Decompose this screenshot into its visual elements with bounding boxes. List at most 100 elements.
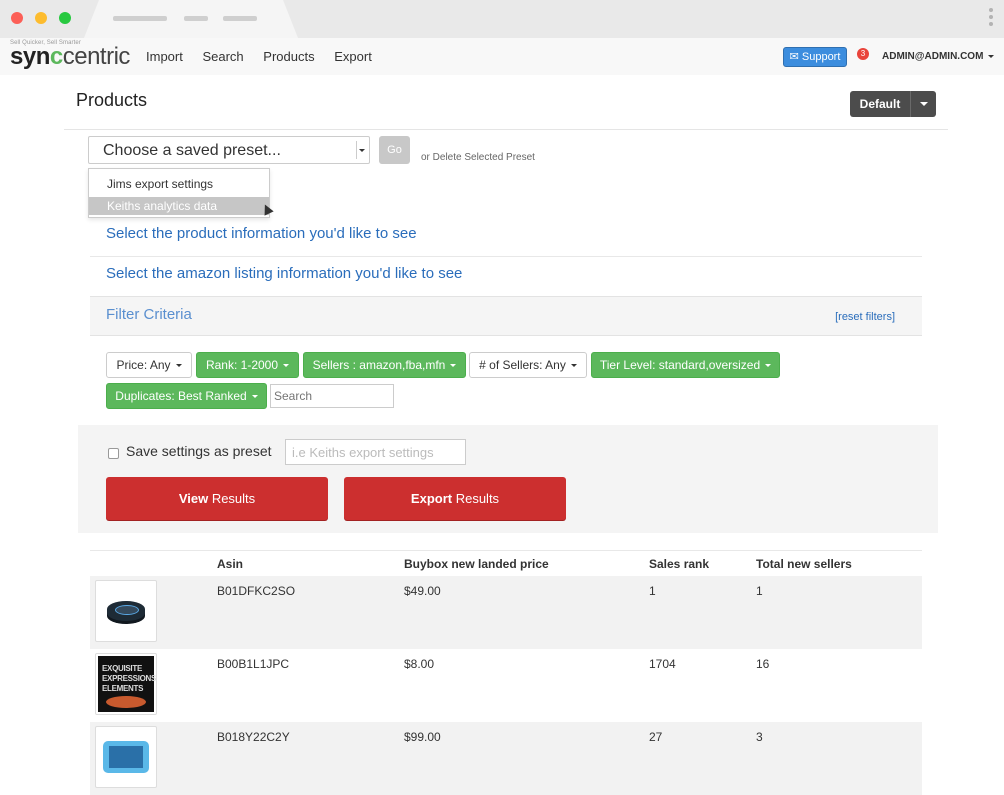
button-divider [910, 91, 911, 117]
cell-price: $99.00 [404, 730, 441, 744]
table-row[interactable]: B018Y22C2Y $99.00 27 3 [90, 722, 922, 795]
user-email: ADMIN@ADMIN.COM [882, 51, 984, 62]
table-row[interactable]: EXQUISITE EXPRESSIONS ELEMENTS B00B1L1JP… [90, 649, 922, 722]
divider [90, 256, 922, 257]
table-row[interactable]: B01DFKC2SO $49.00 1 1 [90, 576, 922, 649]
cell-sellers: 16 [756, 657, 770, 671]
chevron-down-icon [988, 54, 995, 58]
product-info-link[interactable]: Select the product information you'd lik… [106, 225, 417, 242]
default-view-button[interactable]: Default [850, 91, 936, 117]
sellers-filter-button[interactable]: Sellers : amazon,fba,mfn [303, 352, 466, 378]
preset-select[interactable]: Choose a saved preset... [88, 136, 370, 164]
amazon-info-link[interactable]: Select the amazon listing information yo… [106, 265, 462, 282]
book-cover-icon: EXQUISITE EXPRESSIONS ELEMENTS [98, 656, 157, 712]
support-button[interactable]: ✉ Support [783, 47, 847, 67]
chevron-down-icon [283, 364, 290, 368]
rank-filter-button[interactable]: Rank: 1-2000 [196, 352, 299, 378]
product-thumbnail[interactable] [95, 726, 157, 788]
cell-asin: B018Y22C2Y [217, 730, 290, 744]
chevron-down-icon [450, 364, 457, 368]
book-title-line: EXPRESSIONS [102, 674, 157, 683]
column-header-rank[interactable]: Sales rank [649, 557, 709, 571]
envelope-icon: ✉ [789, 51, 799, 63]
brand-centric: centric [62, 43, 131, 70]
close-window-icon[interactable] [11, 12, 23, 24]
chevron-down-icon [570, 364, 577, 368]
view-results-button[interactable]: View Results [106, 477, 328, 520]
browser-menu-icon[interactable] [989, 8, 993, 29]
brand-o: c [49, 43, 63, 70]
kids-tablet-icon [103, 741, 149, 773]
tier-filter-label: Tier Level: standard,oversized [599, 358, 761, 372]
book-title-line: ELEMENTS [102, 684, 144, 693]
browser-chrome [0, 0, 1004, 38]
price-filter-button[interactable]: Price: Any [106, 352, 192, 378]
num-sellers-filter-label: # of Sellers: Any [479, 358, 566, 372]
nav-products[interactable]: Products [263, 49, 314, 64]
search-input[interactable] [270, 384, 394, 408]
duplicates-filter-button[interactable]: Duplicates: Best Ranked [106, 383, 267, 409]
book-plate-graphic [106, 696, 146, 708]
support-label: Support [801, 51, 841, 63]
export-results-rest: Results [452, 491, 500, 506]
chevron-down-icon[interactable] [920, 102, 928, 106]
nav-search[interactable]: Search [202, 49, 243, 64]
cell-sellers: 3 [756, 730, 763, 744]
filter-criteria-panel: Filter Criteria [reset filters] [90, 296, 922, 336]
chevron-down-icon [175, 364, 182, 368]
tab-placeholder-line [223, 16, 257, 21]
brand-logo[interactable]: Sell Quicker, Sell Smarter synccentric [10, 40, 130, 69]
num-sellers-filter-button[interactable]: # of Sellers: Any [469, 352, 587, 378]
cell-price: $8.00 [404, 657, 435, 671]
tier-filter-button[interactable]: Tier Level: standard,oversized [591, 352, 780, 378]
product-thumbnail[interactable]: EXQUISITE EXPRESSIONS ELEMENTS [95, 653, 157, 715]
view-results-bold: View [178, 491, 209, 506]
export-results-button[interactable]: Export Results [344, 477, 566, 520]
table-header: Asin Buybox new landed price Sales rank … [90, 550, 922, 577]
filter-criteria-title[interactable]: Filter Criteria [106, 306, 192, 323]
navbar: Sell Quicker, Sell Smarter synccentric I… [0, 38, 1004, 75]
reset-filters-link[interactable]: [reset filters] [835, 311, 895, 323]
rank-filter-label: Rank: 1-2000 [205, 358, 279, 372]
export-results-bold: Export [410, 491, 453, 506]
preset-name-input[interactable] [285, 439, 466, 465]
cell-rank: 1 [649, 584, 656, 598]
chevron-down-icon [765, 364, 772, 368]
cell-rank: 1704 [649, 657, 676, 671]
column-header-sellers[interactable]: Total new sellers [756, 557, 852, 571]
page-title: Products [76, 90, 148, 110]
notification-badge[interactable]: 3 [857, 48, 869, 60]
save-preset-label: Save settings as preset [126, 443, 272, 459]
preset-option-keiths[interactable]: Keiths analytics data [89, 197, 269, 215]
cell-sellers: 1 [756, 584, 763, 598]
cell-asin: B01DFKC2SO [217, 584, 296, 598]
tab-placeholder-line [113, 16, 167, 21]
nav-export[interactable]: Export [334, 49, 372, 64]
price-filter-label: Price: Any [116, 358, 171, 372]
preset-select-value: Choose a saved preset... [103, 142, 281, 159]
minimize-window-icon[interactable] [35, 12, 47, 24]
go-button[interactable]: Go [379, 136, 410, 164]
cell-rank: 27 [649, 730, 663, 744]
main-nav: Import Search Products Export [146, 49, 388, 64]
column-header-asin[interactable]: Asin [217, 557, 243, 571]
delete-preset-link[interactable]: or Delete Selected Preset [421, 152, 535, 163]
save-preset-checkbox[interactable] [108, 448, 119, 459]
maximize-window-icon[interactable] [59, 12, 71, 24]
duplicates-filter-label: Duplicates: Best Ranked [115, 389, 247, 403]
sellers-filter-label: Sellers : amazon,fba,mfn [312, 358, 446, 372]
view-results-rest: Results [208, 491, 256, 506]
book-title-line: EXQUISITE [102, 664, 142, 673]
user-menu[interactable]: ADMIN@ADMIN.COM [882, 51, 995, 62]
nav-import[interactable]: Import [146, 49, 183, 64]
browser-tab[interactable] [84, 0, 298, 38]
select-arrow-icon [356, 141, 365, 159]
echo-dot-icon [107, 601, 145, 621]
column-header-price[interactable]: Buybox new landed price [404, 557, 549, 571]
brand-sync: syn [10, 43, 50, 70]
preset-dropdown: Jims export settings Keiths analytics da… [88, 168, 270, 218]
save-preset-panel: Save settings as preset View Results Exp… [78, 425, 938, 533]
product-thumbnail[interactable] [95, 580, 157, 642]
preset-option-jims[interactable]: Jims export settings [89, 175, 269, 193]
default-label: Default [859, 97, 901, 111]
